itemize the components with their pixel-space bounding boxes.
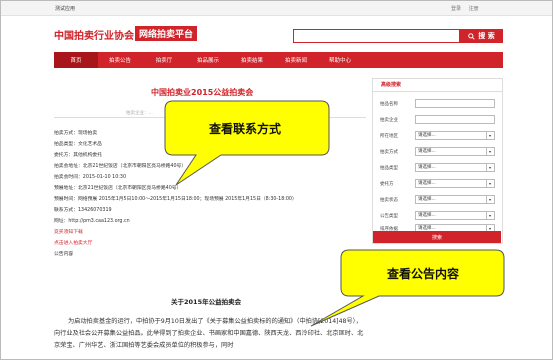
field-method: 拍卖方式 请选择... ▾ xyxy=(373,147,504,157)
contact-callout: 查看联系方式 xyxy=(121,99,341,189)
chevron-down-icon: ▾ xyxy=(486,132,493,139)
notice-type-select[interactable]: 请选择... ▾ xyxy=(415,211,495,220)
field-consignor: 委托方 请选择... ▾ xyxy=(373,179,504,189)
notice-callout: 查看公告内容 xyxy=(301,246,511,331)
detail-website[interactable]: 网址：http://pm3.caa123.org.cn xyxy=(54,216,354,227)
field-company: 拍卖企业 xyxy=(373,115,504,125)
notice-callout-shape xyxy=(310,249,505,327)
company-input[interactable] xyxy=(415,115,495,124)
lot-type-select[interactable]: 请选择... ▾ xyxy=(415,163,495,172)
search-input[interactable] xyxy=(293,29,460,43)
select-value: 请选择... xyxy=(418,133,436,138)
field-label: 所在地区 xyxy=(380,134,398,139)
main-nav: 首页 拍卖公告 拍卖厅 拍品展示 拍卖结果 拍卖新闻 帮助中心 xyxy=(54,52,503,68)
region-select[interactable]: 请选择... ▾ xyxy=(415,131,495,140)
advanced-search-title: 高级搜索 xyxy=(373,79,502,92)
detail-preview-time: 预展时间：网络预展 2015年1月5日10:00～2015年1月15日18:00… xyxy=(54,197,297,202)
field-status: 拍卖状态 请选择... ▾ xyxy=(373,195,504,205)
nav-item-results[interactable]: 拍卖结果 xyxy=(230,52,274,68)
select-value: 请选择... xyxy=(418,197,436,202)
search-button-label: 搜 索 xyxy=(478,32,495,40)
detail-contact: 联系方式：13426070319 xyxy=(54,208,112,213)
contact-callout-label: 查看联系方式 xyxy=(209,122,282,136)
field-label: 拍品类型 xyxy=(380,166,398,171)
select-value: 请选择... xyxy=(418,149,436,154)
field-label: 拍卖方式 xyxy=(380,150,398,155)
consignor-select[interactable]: 请选择... ▾ xyxy=(415,179,495,188)
field-lot-name: 拍品名称 xyxy=(373,99,504,109)
field-notice-type: 公告类型 请选择... ▾ xyxy=(373,211,504,221)
field-label: 拍卖企业 xyxy=(380,118,398,123)
nav-item-help[interactable]: 帮助中心 xyxy=(318,52,362,68)
field-label: 公告类型 xyxy=(380,214,398,219)
site-logo[interactable]: 中国拍卖行业协会 xyxy=(54,27,134,42)
nav-item-home[interactable]: 首页 xyxy=(54,52,98,68)
platform-badge: 网络拍卖平台 xyxy=(135,26,198,41)
nav-item-auction-hall[interactable]: 拍卖厅 xyxy=(142,52,186,68)
register-link[interactable]: 注册 xyxy=(469,6,479,12)
method-select[interactable]: 请选择... ▾ xyxy=(415,147,495,156)
top-bar: 测试应用 登录 注册 xyxy=(1,1,552,16)
nav-item-lots[interactable]: 拍品展示 xyxy=(186,52,230,68)
field-lot-type: 拍品类型 请选择... ▾ xyxy=(373,163,504,173)
login-link[interactable]: 登录 xyxy=(451,6,461,12)
contact-callout-shape xyxy=(164,100,330,186)
page-title: 中国拍卖业2015公益拍卖会 xyxy=(151,88,254,97)
notice-title: 关于2015年公益拍卖会 xyxy=(171,298,242,306)
select-value: 请选择... xyxy=(418,165,436,170)
chevron-down-icon: ▾ xyxy=(486,164,493,171)
chevron-down-icon: ▾ xyxy=(486,196,493,203)
field-label: 拍品名称 xyxy=(380,102,398,107)
select-value: 请选择... xyxy=(418,213,436,218)
search-button[interactable]: 搜 索 xyxy=(460,29,503,43)
nav-item-news[interactable]: 拍卖新闻 xyxy=(274,52,318,68)
app-name: 测试应用 xyxy=(55,6,76,12)
browser-page: 测试应用 登录 注册 中国拍卖行业协会 网络拍卖平台 搜 索 首页 拍卖公告 拍… xyxy=(0,0,553,360)
chevron-down-icon: ▾ xyxy=(486,180,493,187)
status-select[interactable]: 请选择... ▾ xyxy=(415,195,495,204)
field-label: 拍卖状态 xyxy=(380,198,398,203)
chevron-down-icon: ▾ xyxy=(486,212,493,219)
select-value: 请选择... xyxy=(418,181,436,186)
lot-name-input[interactable] xyxy=(415,99,495,108)
search-icon xyxy=(468,32,475,40)
nav-item-announcements[interactable]: 拍卖公告 xyxy=(98,52,142,68)
field-region: 所在地区 请选择... ▾ xyxy=(373,131,504,141)
advanced-search-button[interactable]: 搜索 xyxy=(373,231,501,243)
terms-download-link[interactable]: 竞买须知下载 xyxy=(54,227,354,238)
advanced-search-panel: 高级搜索 拍品名称 拍卖企业 所在地区 请选择... ▾ 拍卖方式 请选择... ▾… xyxy=(372,78,503,244)
auth-links: 登录 注册 xyxy=(451,5,485,12)
chevron-down-icon: ▾ xyxy=(486,148,493,155)
field-label: 委托方 xyxy=(380,182,394,187)
notice-callout-label: 查看公告内容 xyxy=(387,267,460,281)
